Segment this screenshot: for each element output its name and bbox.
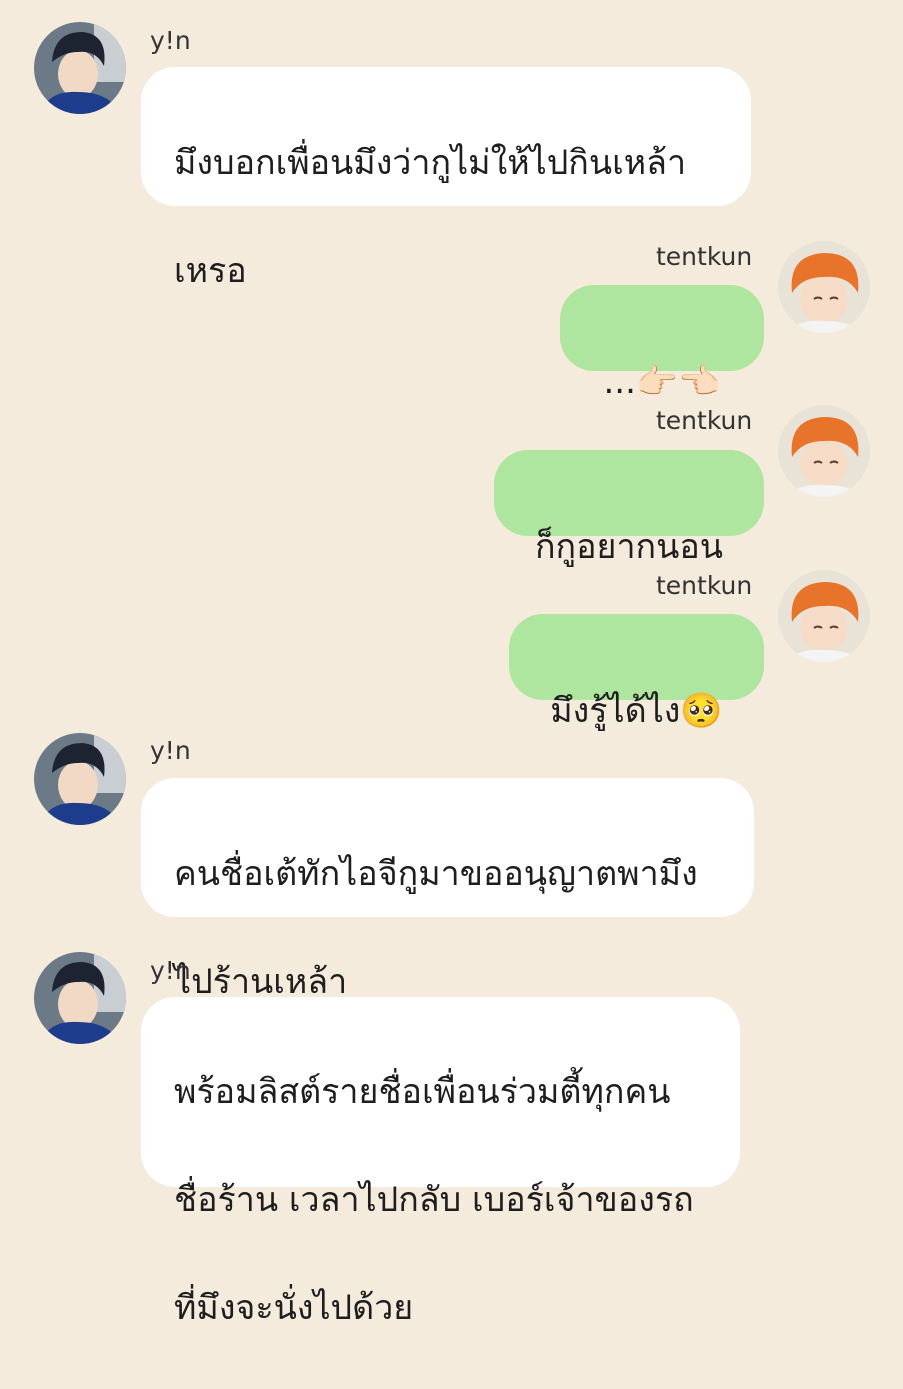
message-text-line: ชื่อร้าน เวลาไปกลับ เบอร์เจ้าของรถ xyxy=(174,1180,694,1220)
message-text-line: คนชื่อเต้ทักไอจีกูมาขออนุญาตพามึง xyxy=(174,854,698,894)
message-text: ...👉🏻👈🏻 xyxy=(603,362,721,402)
avatar-yn-icon[interactable] xyxy=(34,733,126,825)
avatar-yn-icon[interactable] xyxy=(34,952,126,1044)
avatar-tentkun-icon[interactable] xyxy=(778,570,870,662)
avatar-yn-icon[interactable] xyxy=(34,22,126,114)
sender-name: y!n xyxy=(150,736,191,765)
message-bubble[interactable]: ก็กูอยากนอน xyxy=(494,450,764,567)
message-text-line: พร้อมลิสต์รายชื่อเพื่อนร่วมตี้ทุกคน xyxy=(174,1072,671,1112)
message-bubble[interactable]: มึงบอกเพื่อนมึงว่ากูไม่ให้ไปกินเหล้า เหร… xyxy=(141,67,751,291)
message-bubble[interactable]: พร้อมลิสต์รายชื่อเพื่อนร่วมตี้ทุกคน ชื่อ… xyxy=(141,997,740,1328)
message-text-line: มึงบอกเพื่อนมึงว่ากูไม่ให้ไปกินเหล้า xyxy=(174,143,687,183)
sender-name: y!n xyxy=(150,956,191,985)
sender-name: tentkun xyxy=(656,242,753,271)
message-text-line: ที่มึงจะนั่งไปด้วย xyxy=(174,1288,414,1328)
message-bubble[interactable]: คนชื่อเต้ทักไอจีกูมาขออนุญาตพามึง ไปร้าน… xyxy=(141,778,754,1002)
message-bubble[interactable]: มึงรู้ได้ไง🥺 xyxy=(509,614,764,731)
avatar-tentkun-icon[interactable] xyxy=(778,405,870,497)
message-text: มึงรู้ได้ไง🥺 xyxy=(550,691,723,731)
sender-name: y!n xyxy=(150,26,191,55)
message-bubble[interactable]: ...👉🏻👈🏻 xyxy=(560,285,764,402)
sender-name: tentkun xyxy=(656,571,753,600)
message-text: ก็กูอยากนอน xyxy=(534,527,724,567)
sender-name: tentkun xyxy=(656,406,753,435)
avatar-tentkun-icon[interactable] xyxy=(778,241,870,333)
